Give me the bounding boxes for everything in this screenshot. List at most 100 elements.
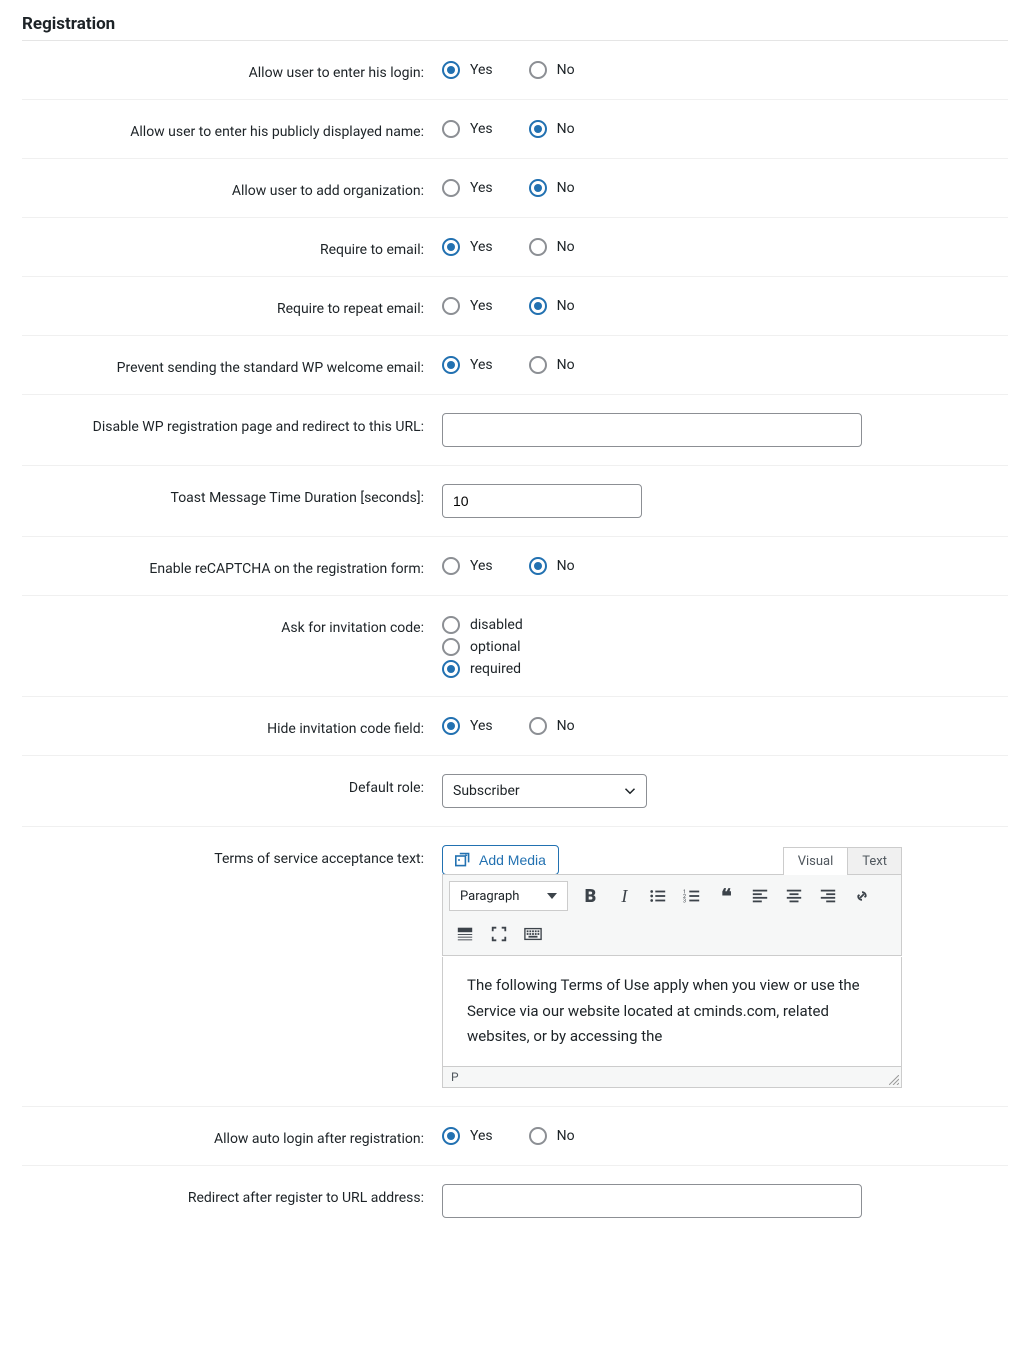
radio-enter-login-no[interactable]: No [529, 61, 575, 79]
radio-label: No [557, 558, 575, 574]
editor-toolbar: Paragraph B I 123 ❝ [442, 874, 902, 956]
radio-hide-invitation-yes[interactable]: Yes [442, 717, 493, 735]
input-toast-duration[interactable] [442, 484, 642, 518]
select-default-role[interactable]: Subscriber [442, 774, 647, 808]
fullscreen-icon [490, 925, 508, 943]
radio-prevent-welcome: Yes No [442, 354, 1008, 374]
align-left-icon [751, 887, 769, 905]
radio-label: Yes [470, 298, 493, 314]
more-icon [456, 925, 474, 943]
radio-auto-login-no[interactable]: No [529, 1127, 575, 1145]
radio-label: No [557, 121, 575, 137]
keyboard-icon [524, 925, 542, 943]
radio-label: Yes [470, 718, 493, 734]
label-display-name: Allow user to enter his publicly display… [22, 118, 442, 140]
radio-display-name-yes[interactable]: Yes [442, 120, 493, 138]
chevron-down-icon [624, 785, 636, 797]
radio-enter-login-yes[interactable]: Yes [442, 61, 493, 79]
radio-label: No [557, 180, 575, 196]
select-value: Subscriber [453, 783, 520, 799]
add-media-label: Add Media [479, 852, 546, 868]
radio-invitation-required[interactable]: required [442, 660, 521, 678]
radio-require-email-yes[interactable]: Yes [442, 238, 493, 256]
label-disable-redirect: Disable WP registration page and redirec… [22, 413, 442, 435]
numbered-list-icon: 123 [683, 887, 701, 905]
align-center-icon [785, 887, 803, 905]
label-prevent-welcome: Prevent sending the standard WP welcome … [22, 354, 442, 376]
resize-handle-icon[interactable] [889, 1075, 899, 1085]
radio-add-org-yes[interactable]: Yes [442, 179, 493, 197]
radio-label: No [557, 1128, 575, 1144]
fullscreen-button[interactable] [483, 919, 515, 949]
radio-label: required [470, 661, 521, 677]
radio-recaptcha-no[interactable]: No [529, 557, 575, 575]
radio-auto-login-yes[interactable]: Yes [442, 1127, 493, 1145]
toolbar-toggle-button[interactable] [517, 919, 549, 949]
align-center-button[interactable] [778, 881, 810, 911]
label-repeat-email: Require to repeat email: [22, 295, 442, 317]
label-default-role: Default role: [22, 774, 442, 796]
label-hide-invitation: Hide invitation code field: [22, 715, 442, 737]
label-auto-login: Allow auto login after registration: [22, 1125, 442, 1147]
radio-add-org-no[interactable]: No [529, 179, 575, 197]
insert-more-button[interactable] [449, 919, 481, 949]
radio-hide-invitation-no[interactable]: No [529, 717, 575, 735]
radio-recaptcha-yes[interactable]: Yes [442, 557, 493, 575]
radio-label: No [557, 239, 575, 255]
format-value: Paragraph [460, 889, 519, 904]
label-require-email: Require to email: [22, 236, 442, 258]
radio-label: Yes [470, 1128, 493, 1144]
radio-repeat-email: Yes No [442, 295, 1008, 315]
editor-footer: P [442, 1067, 902, 1088]
radio-prevent-welcome-no[interactable]: No [529, 356, 575, 374]
radio-repeat-email-yes[interactable]: Yes [442, 297, 493, 315]
radio-label: No [557, 298, 575, 314]
radio-invitation-optional[interactable]: optional [442, 638, 521, 656]
radio-label: Yes [470, 180, 493, 196]
radio-prevent-welcome-yes[interactable]: Yes [442, 356, 493, 374]
radio-label: Yes [470, 239, 493, 255]
quote-button[interactable]: ❝ [710, 881, 742, 911]
radio-label: No [557, 357, 575, 373]
section-title: Registration [22, 0, 1008, 41]
bulleted-list-icon [649, 887, 667, 905]
radio-require-email-no[interactable]: No [529, 238, 575, 256]
link-icon [853, 887, 871, 905]
bold-button[interactable]: B [574, 881, 606, 911]
format-select[interactable]: Paragraph [449, 881, 568, 911]
align-left-button[interactable] [744, 881, 776, 911]
radio-label: disabled [470, 617, 523, 633]
input-disable-redirect[interactable] [442, 413, 862, 447]
radio-invitation-disabled[interactable]: disabled [442, 616, 523, 634]
align-right-button[interactable] [812, 881, 844, 911]
italic-button[interactable]: I [608, 881, 640, 911]
radio-invitation: disabled optional required [442, 614, 1008, 678]
caret-down-icon [547, 891, 557, 901]
radio-recaptcha: Yes No [442, 555, 1008, 575]
editor-path: P [451, 1070, 459, 1084]
label-invitation: Ask for invitation code: [22, 614, 442, 636]
radio-auto-login: Yes No [442, 1125, 1008, 1145]
radio-require-email: Yes No [442, 236, 1008, 256]
label-recaptcha: Enable reCAPTCHA on the registration for… [22, 555, 442, 577]
numbered-list-button[interactable]: 123 [676, 881, 708, 911]
radio-add-org: Yes No [442, 177, 1008, 197]
label-enter-login: Allow user to enter his login: [22, 59, 442, 81]
radio-label: No [557, 718, 575, 734]
label-toast-duration: Toast Message Time Duration [seconds]: [22, 484, 442, 506]
align-right-icon [819, 887, 837, 905]
label-tos: Terms of service acceptance text: [22, 845, 442, 867]
editor-body[interactable]: The following Terms of Use apply when yo… [442, 957, 902, 1067]
radio-label: No [557, 62, 575, 78]
bulleted-list-button[interactable] [642, 881, 674, 911]
link-button[interactable] [846, 881, 878, 911]
radio-repeat-email-no[interactable]: No [529, 297, 575, 315]
radio-hide-invitation: Yes No [442, 715, 1008, 735]
tab-visual[interactable]: Visual [783, 847, 849, 875]
radio-display-name: Yes No [442, 118, 1008, 138]
tab-text[interactable]: Text [848, 847, 902, 875]
add-media-button[interactable]: Add Media [442, 845, 559, 875]
input-redirect-after[interactable] [442, 1184, 862, 1218]
radio-display-name-no[interactable]: No [529, 120, 575, 138]
radio-label: Yes [470, 62, 493, 78]
